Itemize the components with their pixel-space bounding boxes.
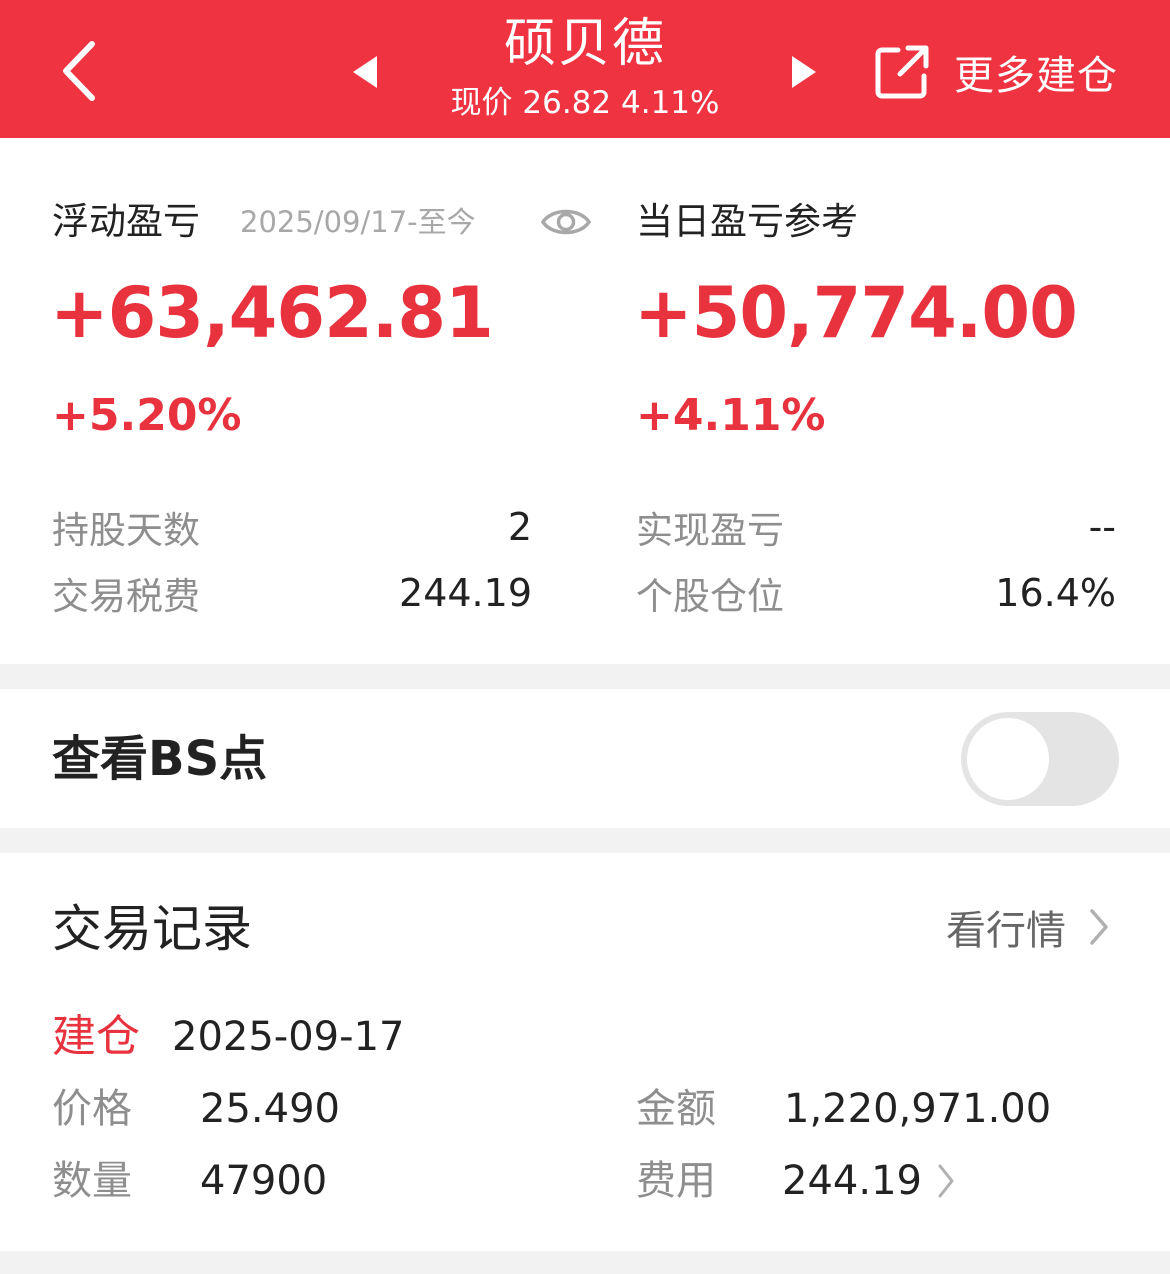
realized-pnl-value: -- (1088, 505, 1116, 549)
fee-label: 费用 (636, 1158, 716, 1204)
external-link-icon (875, 45, 929, 99)
fee-value: 244.19 (782, 1158, 922, 1204)
daily-pnl-label: 当日盈亏参考 (636, 200, 858, 243)
daily-pnl-value: +50,774.00 (634, 272, 1078, 354)
tax-fee-label: 交易税费 (52, 575, 200, 618)
chevron-right-icon (938, 1164, 954, 1198)
more-build-position-label: 更多建仓 (954, 53, 1118, 99)
visibility-toggle[interactable] (540, 200, 592, 244)
fee-detail-link[interactable]: 244.19 (782, 1153, 956, 1209)
price-label: 价格 (52, 1086, 132, 1132)
floating-pnl-percent: +5.20% (52, 390, 242, 441)
tax-fee-value: 244.19 (399, 571, 532, 615)
daily-pnl-percent: +4.11% (636, 390, 826, 441)
prev-stock-button[interactable] (345, 50, 385, 94)
current-price: 现价 26.82 4.11% (450, 85, 720, 121)
position-ratio-label: 个股仓位 (636, 575, 784, 618)
price-value: 25.490 (200, 1086, 340, 1132)
view-quote-link[interactable]: 看行情 (946, 899, 1110, 955)
trade-date: 2025-09-17 (172, 1014, 405, 1060)
next-triangle-icon (792, 56, 816, 88)
next-stock-button[interactable] (784, 50, 824, 94)
floating-pnl-value: +63,462.81 (50, 272, 494, 354)
prev-triangle-icon (353, 56, 377, 88)
hold-days-label: 持股天数 (52, 509, 200, 552)
trade-records-card: 交易记录 看行情 建仓 2025-09-17 价格 25.490 数量 4790… (0, 853, 1170, 1251)
amount-label: 金额 (636, 1086, 716, 1132)
floating-pnl-label: 浮动盈亏 (52, 200, 200, 243)
bs-points-toggle[interactable] (961, 712, 1119, 806)
more-build-position-button[interactable]: 更多建仓 (872, 38, 1142, 106)
position-ratio-value: 16.4% (995, 571, 1116, 615)
quantity-value: 47900 (200, 1158, 328, 1204)
bs-points-label: 查看BS点 (52, 731, 268, 787)
back-button[interactable] (52, 34, 108, 108)
trade-records-title: 交易记录 (52, 900, 252, 958)
date-range: 2025/09/17-至今 (240, 205, 476, 239)
eye-icon (540, 209, 592, 235)
amount-value: 1,220,971.00 (784, 1086, 1052, 1132)
trade-type: 建仓 (52, 1011, 140, 1062)
bs-points-row: 查看BS点 (0, 689, 1170, 828)
quantity-label: 数量 (52, 1158, 132, 1204)
realized-pnl-label: 实现盈亏 (636, 509, 784, 552)
chevron-right-icon (1090, 909, 1108, 945)
hold-days-value: 2 (507, 505, 532, 549)
toggle-knob (967, 718, 1049, 800)
top-bar: 硕贝德 现价 26.82 4.11% 更多建仓 (0, 0, 1170, 138)
back-arrow-icon (63, 41, 95, 101)
stock-name: 硕贝德 (503, 14, 666, 74)
pnl-summary-card: 浮动盈亏 2025/09/17-至今 +63,462.81 +5.20% 当日盈… (0, 138, 1170, 664)
view-quote-label: 看行情 (946, 908, 1066, 954)
